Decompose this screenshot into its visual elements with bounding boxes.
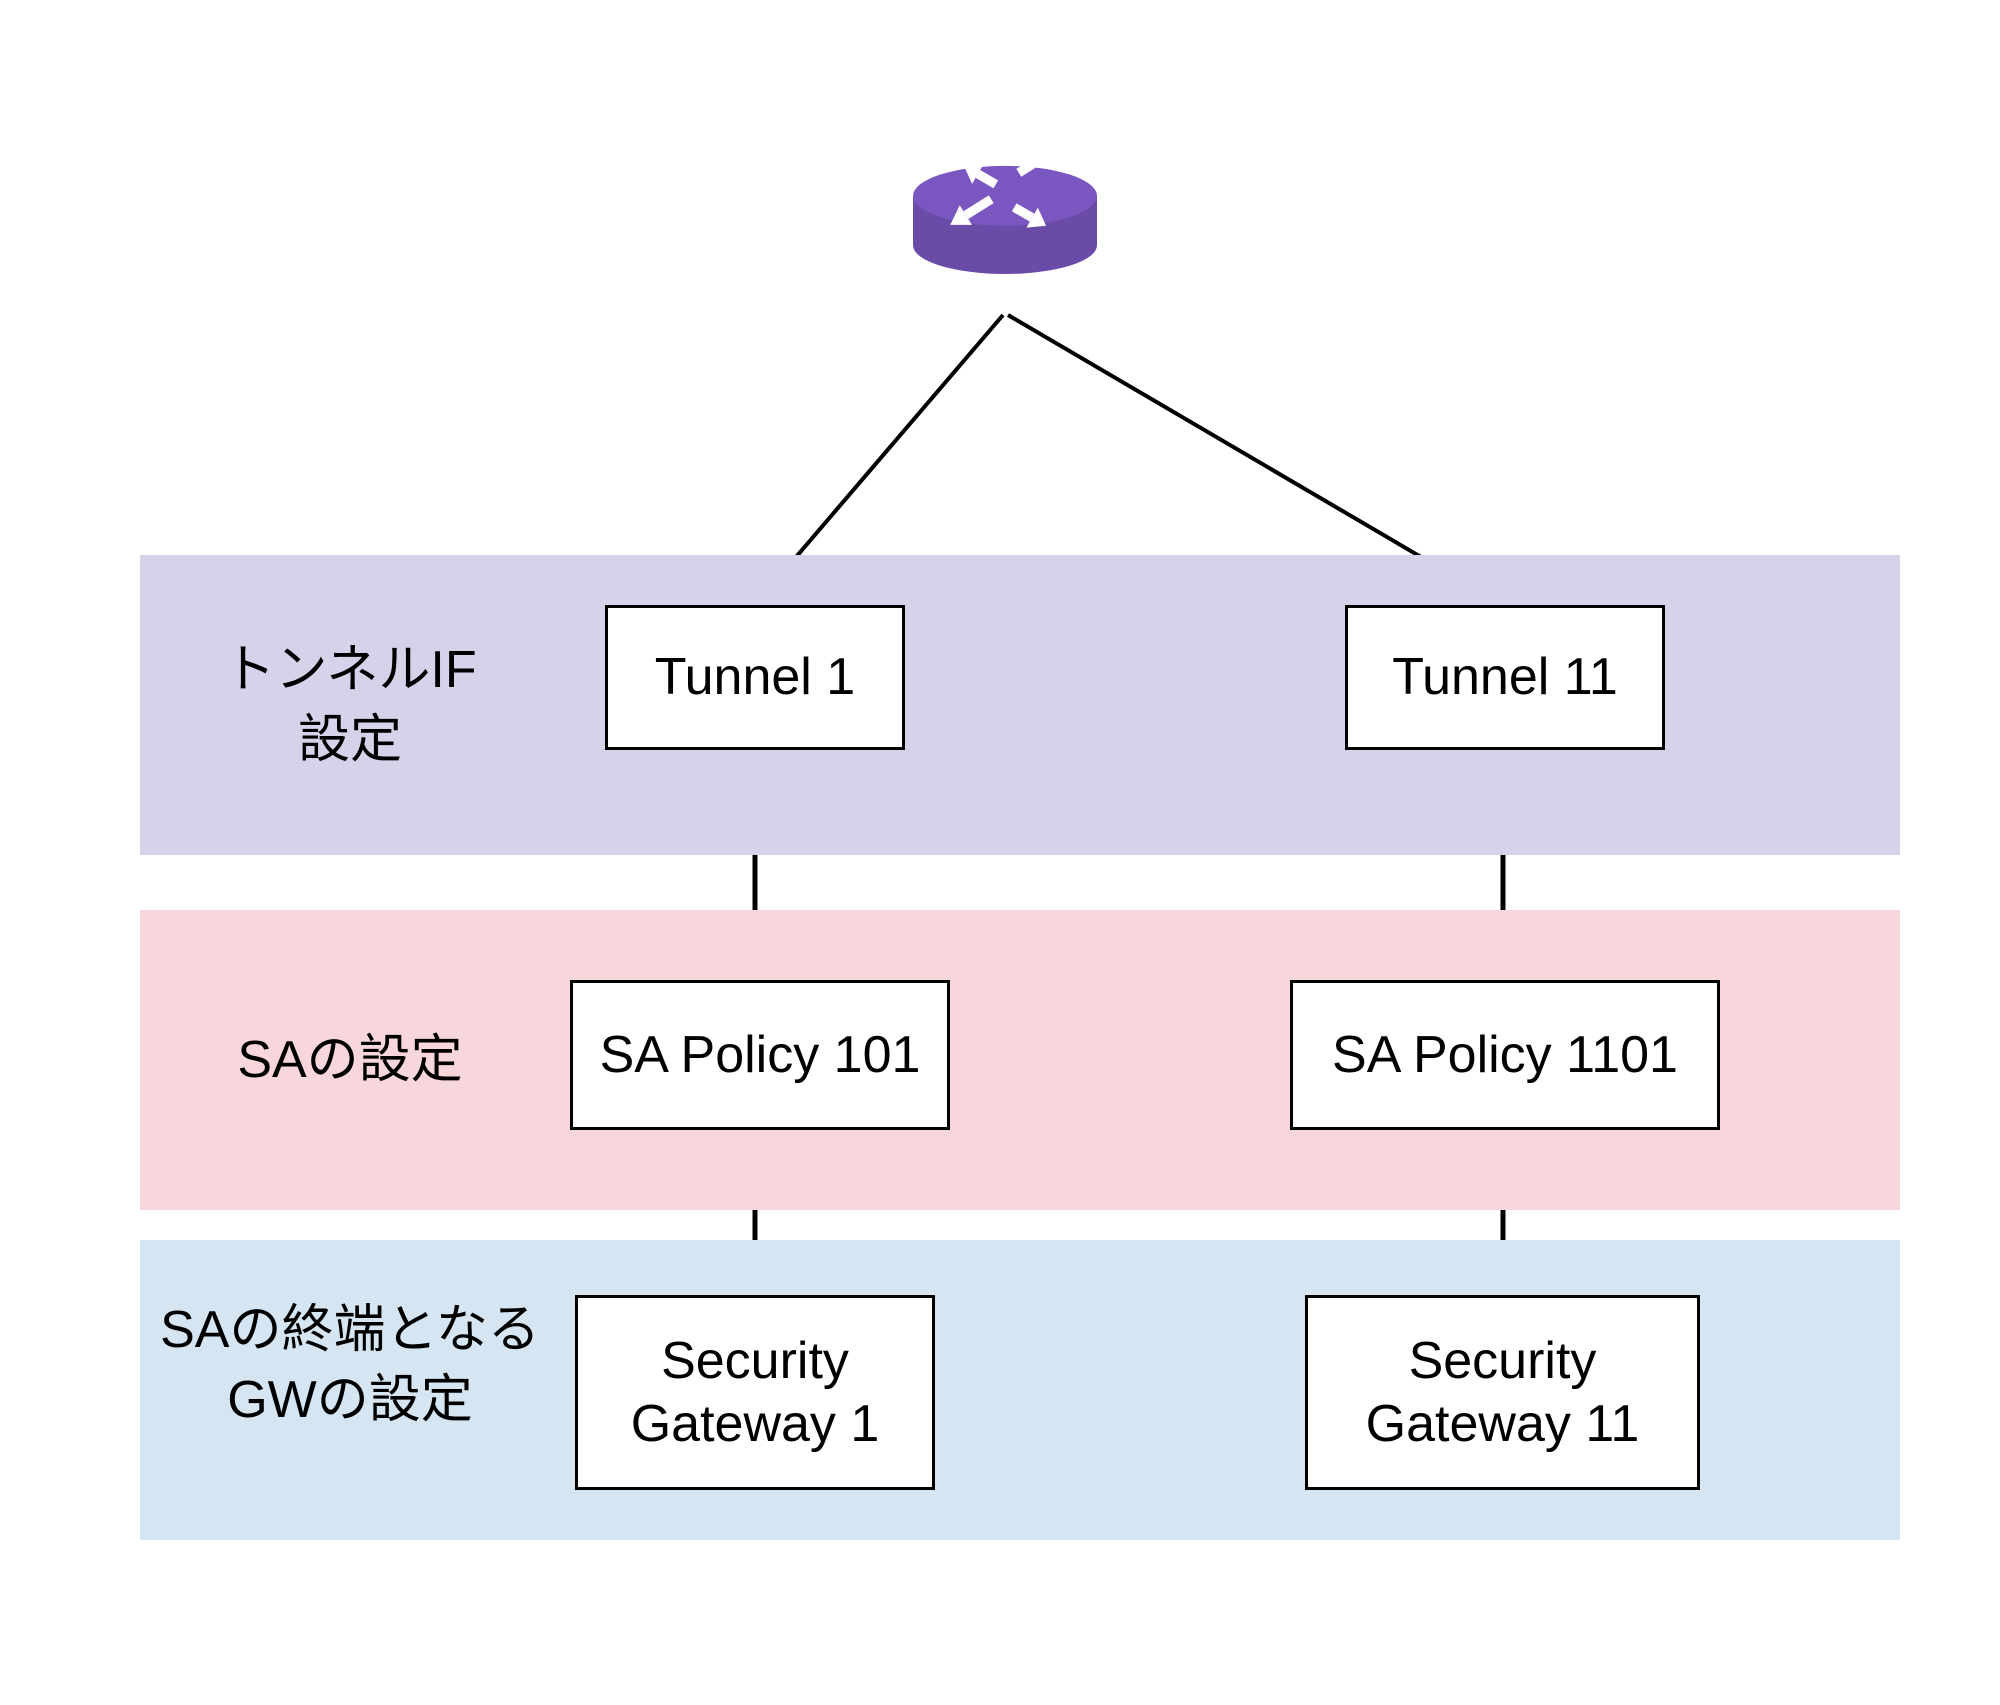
- node-sa-policy-101: SA Policy 101: [570, 980, 950, 1130]
- router-icon: [890, 90, 1120, 320]
- node-sa-policy-1101: SA Policy 1101: [1290, 980, 1720, 1130]
- node-tunnel-1: Tunnel 1: [605, 605, 905, 750]
- node-security-gateway-1: Security Gateway 1: [575, 1295, 935, 1490]
- diagram-container: トンネルIF 設定 SAの設定 SAの終端となる GWの設定 Tunnel 1 …: [0, 0, 2000, 1705]
- row-label-sa: SAの設定: [130, 1025, 570, 1095]
- node-security-gateway-11: Security Gateway 11: [1305, 1295, 1700, 1490]
- node-tunnel-11: Tunnel 11: [1345, 605, 1665, 750]
- row-label-tunnel: トンネルIF 設定: [130, 635, 570, 775]
- row-label-gw: SAの終端となる GWの設定: [130, 1295, 570, 1435]
